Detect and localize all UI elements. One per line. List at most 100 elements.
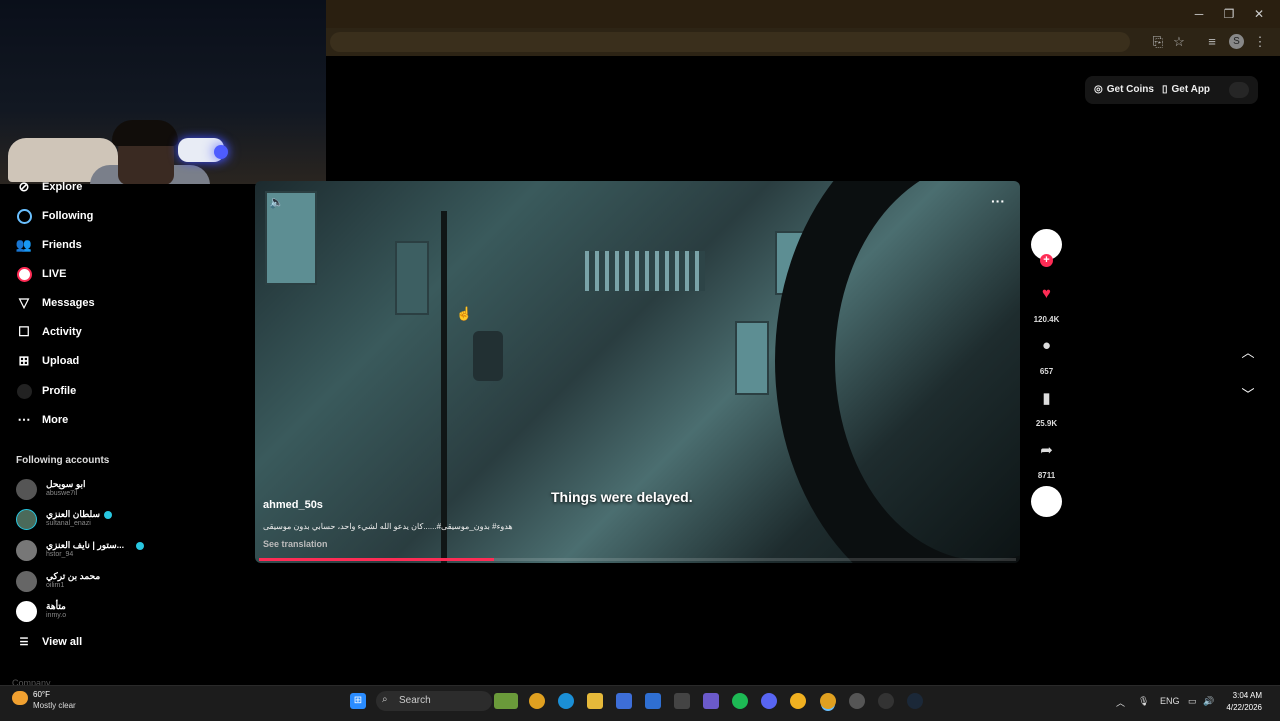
account-username: abuswe7il (46, 490, 78, 497)
weather-icon[interactable] (12, 691, 28, 705)
account-item[interactable]: ابو سويحل abuswe7il (16, 479, 176, 503)
progress-fill (259, 558, 494, 561)
teams-icon[interactable] (703, 693, 719, 709)
tray-chevron-up-icon[interactable]: ︿ (1116, 696, 1125, 709)
taskbar-search[interactable] (376, 691, 492, 711)
store-icon[interactable] (616, 693, 632, 709)
see-translation-link[interactable]: See translation (263, 539, 328, 549)
comment-icon[interactable]: ● (1034, 337, 1059, 354)
sidebar-item-live[interactable]: LIVE (16, 263, 216, 285)
network-icon[interactable]: ▭ (1188, 696, 1197, 707)
profile-avatar[interactable]: S (1229, 34, 1244, 49)
music-disc-icon[interactable] (1031, 486, 1062, 517)
more-options-icon[interactable]: ··· (991, 193, 1005, 209)
account-item[interactable]: متأهة inmy.o (16, 601, 176, 625)
profile-avatar-icon (16, 383, 32, 399)
more-icon: ⋯ (17, 412, 31, 427)
address-bar[interactable] (330, 32, 1130, 52)
comment-count: 657 (1039, 367, 1054, 376)
windows-taskbar (0, 685, 1280, 721)
verified-badge-icon (104, 510, 113, 519)
sidebar-item-explore[interactable]: ⊘ Explore (16, 176, 216, 198)
activity-icon: ☐ (18, 324, 30, 339)
account-item[interactable]: محمد بن تركي oilim1 (16, 571, 176, 595)
account-item[interactable]: ستور | نايف العنزي... hstor_94 (16, 540, 176, 564)
chrome-icon[interactable] (529, 693, 545, 709)
building-window (395, 241, 429, 315)
restore-icon[interactable]: ❐ (1218, 6, 1240, 22)
microphone-tray-icon[interactable]: 🎙 (1138, 696, 1149, 707)
media-queue-icon[interactable]: ≡ (1204, 34, 1220, 50)
video-player[interactable]: 🔈 ··· Things were delayed. ahmed_50s هدو… (255, 181, 1020, 563)
chevron-down-icon[interactable]: ﹀ (1240, 384, 1256, 403)
bookmark-count: 25.9K (1035, 419, 1058, 428)
account-avatar (16, 509, 37, 530)
microphone-light (214, 145, 228, 159)
app-icon[interactable] (674, 693, 690, 709)
edge-icon[interactable] (558, 693, 574, 709)
street-lamp (473, 331, 503, 381)
bookmark-star-icon[interactable]: ☆ (1171, 34, 1187, 50)
get-app-button[interactable]: ▯ Get App (1162, 84, 1210, 95)
lamp-post (441, 211, 447, 563)
install-icon[interactable]: ⎘ (1150, 34, 1166, 50)
clock-time[interactable]: 3:04 AM (1218, 691, 1262, 700)
sidebar-item-profile[interactable]: Profile (16, 380, 216, 402)
account-username: sultanal_enazi (46, 520, 91, 527)
sidebar-item-messages[interactable]: ▽ Messages (16, 292, 216, 314)
account-name: محمد بن تركي (46, 571, 101, 581)
account-item[interactable]: سلطان العنزي sultanal_enazi (16, 509, 176, 533)
windows-start-icon[interactable]: ⊞ (350, 693, 366, 709)
coin-icon: ◎ (1094, 84, 1103, 95)
sidebar-item-activity[interactable]: ☐ Activity (16, 321, 216, 343)
compass-icon: ⊘ (18, 179, 30, 194)
view-all-link[interactable]: ☰ View all (16, 631, 216, 653)
weather-text: Mostly clear (33, 701, 76, 710)
sidebar-item-following[interactable]: Following (16, 205, 216, 227)
file-explorer-icon[interactable] (587, 693, 603, 709)
share-icon[interactable]: ➦ (1034, 441, 1059, 459)
outlook-icon[interactable] (645, 693, 661, 709)
video-caption: Things were delayed. (551, 489, 693, 505)
minimize-icon[interactable]: ─ (1188, 6, 1210, 22)
webcam-overlay (0, 0, 326, 184)
steam-icon[interactable] (907, 693, 923, 709)
chevron-up-icon[interactable]: ︿ (1240, 342, 1256, 361)
clock-date[interactable]: 4/22/2026 (1212, 703, 1262, 712)
account-username: inmy.o (46, 612, 67, 619)
phone-icon: ▯ (1162, 84, 1168, 95)
close-icon[interactable]: ✕ (1248, 6, 1270, 22)
video-description: هدوء# بدون_موسيقى#......كان يدعو الله لش… (263, 522, 513, 531)
bookmark-icon[interactable]: ▮ (1034, 389, 1059, 407)
account-avatar (16, 540, 37, 561)
like-count: 120.4K (1033, 315, 1060, 324)
settings-app-icon[interactable] (849, 693, 865, 709)
video-author[interactable]: ahmed_50s (263, 499, 323, 511)
user-avatar[interactable] (1229, 82, 1249, 98)
sidebar-item-upload[interactable]: ⊞ Upload (16, 350, 216, 372)
volume-icon[interactable]: 🔈 (269, 195, 284, 209)
person-hair (112, 120, 178, 146)
account-name: سلطان العنزي (46, 509, 113, 520)
live-ring-icon (16, 266, 32, 282)
search-icon: ⌕ (382, 694, 388, 705)
menu-kebab-icon[interactable]: ⋮ (1252, 34, 1268, 50)
get-coins-button[interactable]: ◎ Get Coins (1094, 84, 1154, 95)
discord-icon[interactable] (761, 693, 777, 709)
sidebar-item-more[interactable]: ⋯ More (16, 409, 216, 431)
spotify-icon[interactable] (732, 693, 748, 709)
account-name: ابو سويحل (46, 479, 86, 489)
heart-icon[interactable]: ♥ (1034, 285, 1059, 302)
follow-plus-icon[interactable]: + (1040, 254, 1053, 267)
upload-icon: ⊞ (18, 353, 30, 368)
sidebar-item-friends[interactable]: 👥 Friends (16, 234, 216, 256)
language-indicator[interactable]: ENG (1160, 696, 1180, 706)
building-window (735, 321, 769, 395)
messages-icon: ▽ (19, 295, 29, 310)
search-label: Search (399, 695, 431, 706)
account-username: oilim1 (46, 582, 65, 589)
account-avatar (16, 479, 37, 500)
obs-icon[interactable] (878, 693, 894, 709)
app-icon[interactable] (790, 693, 806, 709)
chrome-active-icon[interactable] (820, 693, 836, 709)
